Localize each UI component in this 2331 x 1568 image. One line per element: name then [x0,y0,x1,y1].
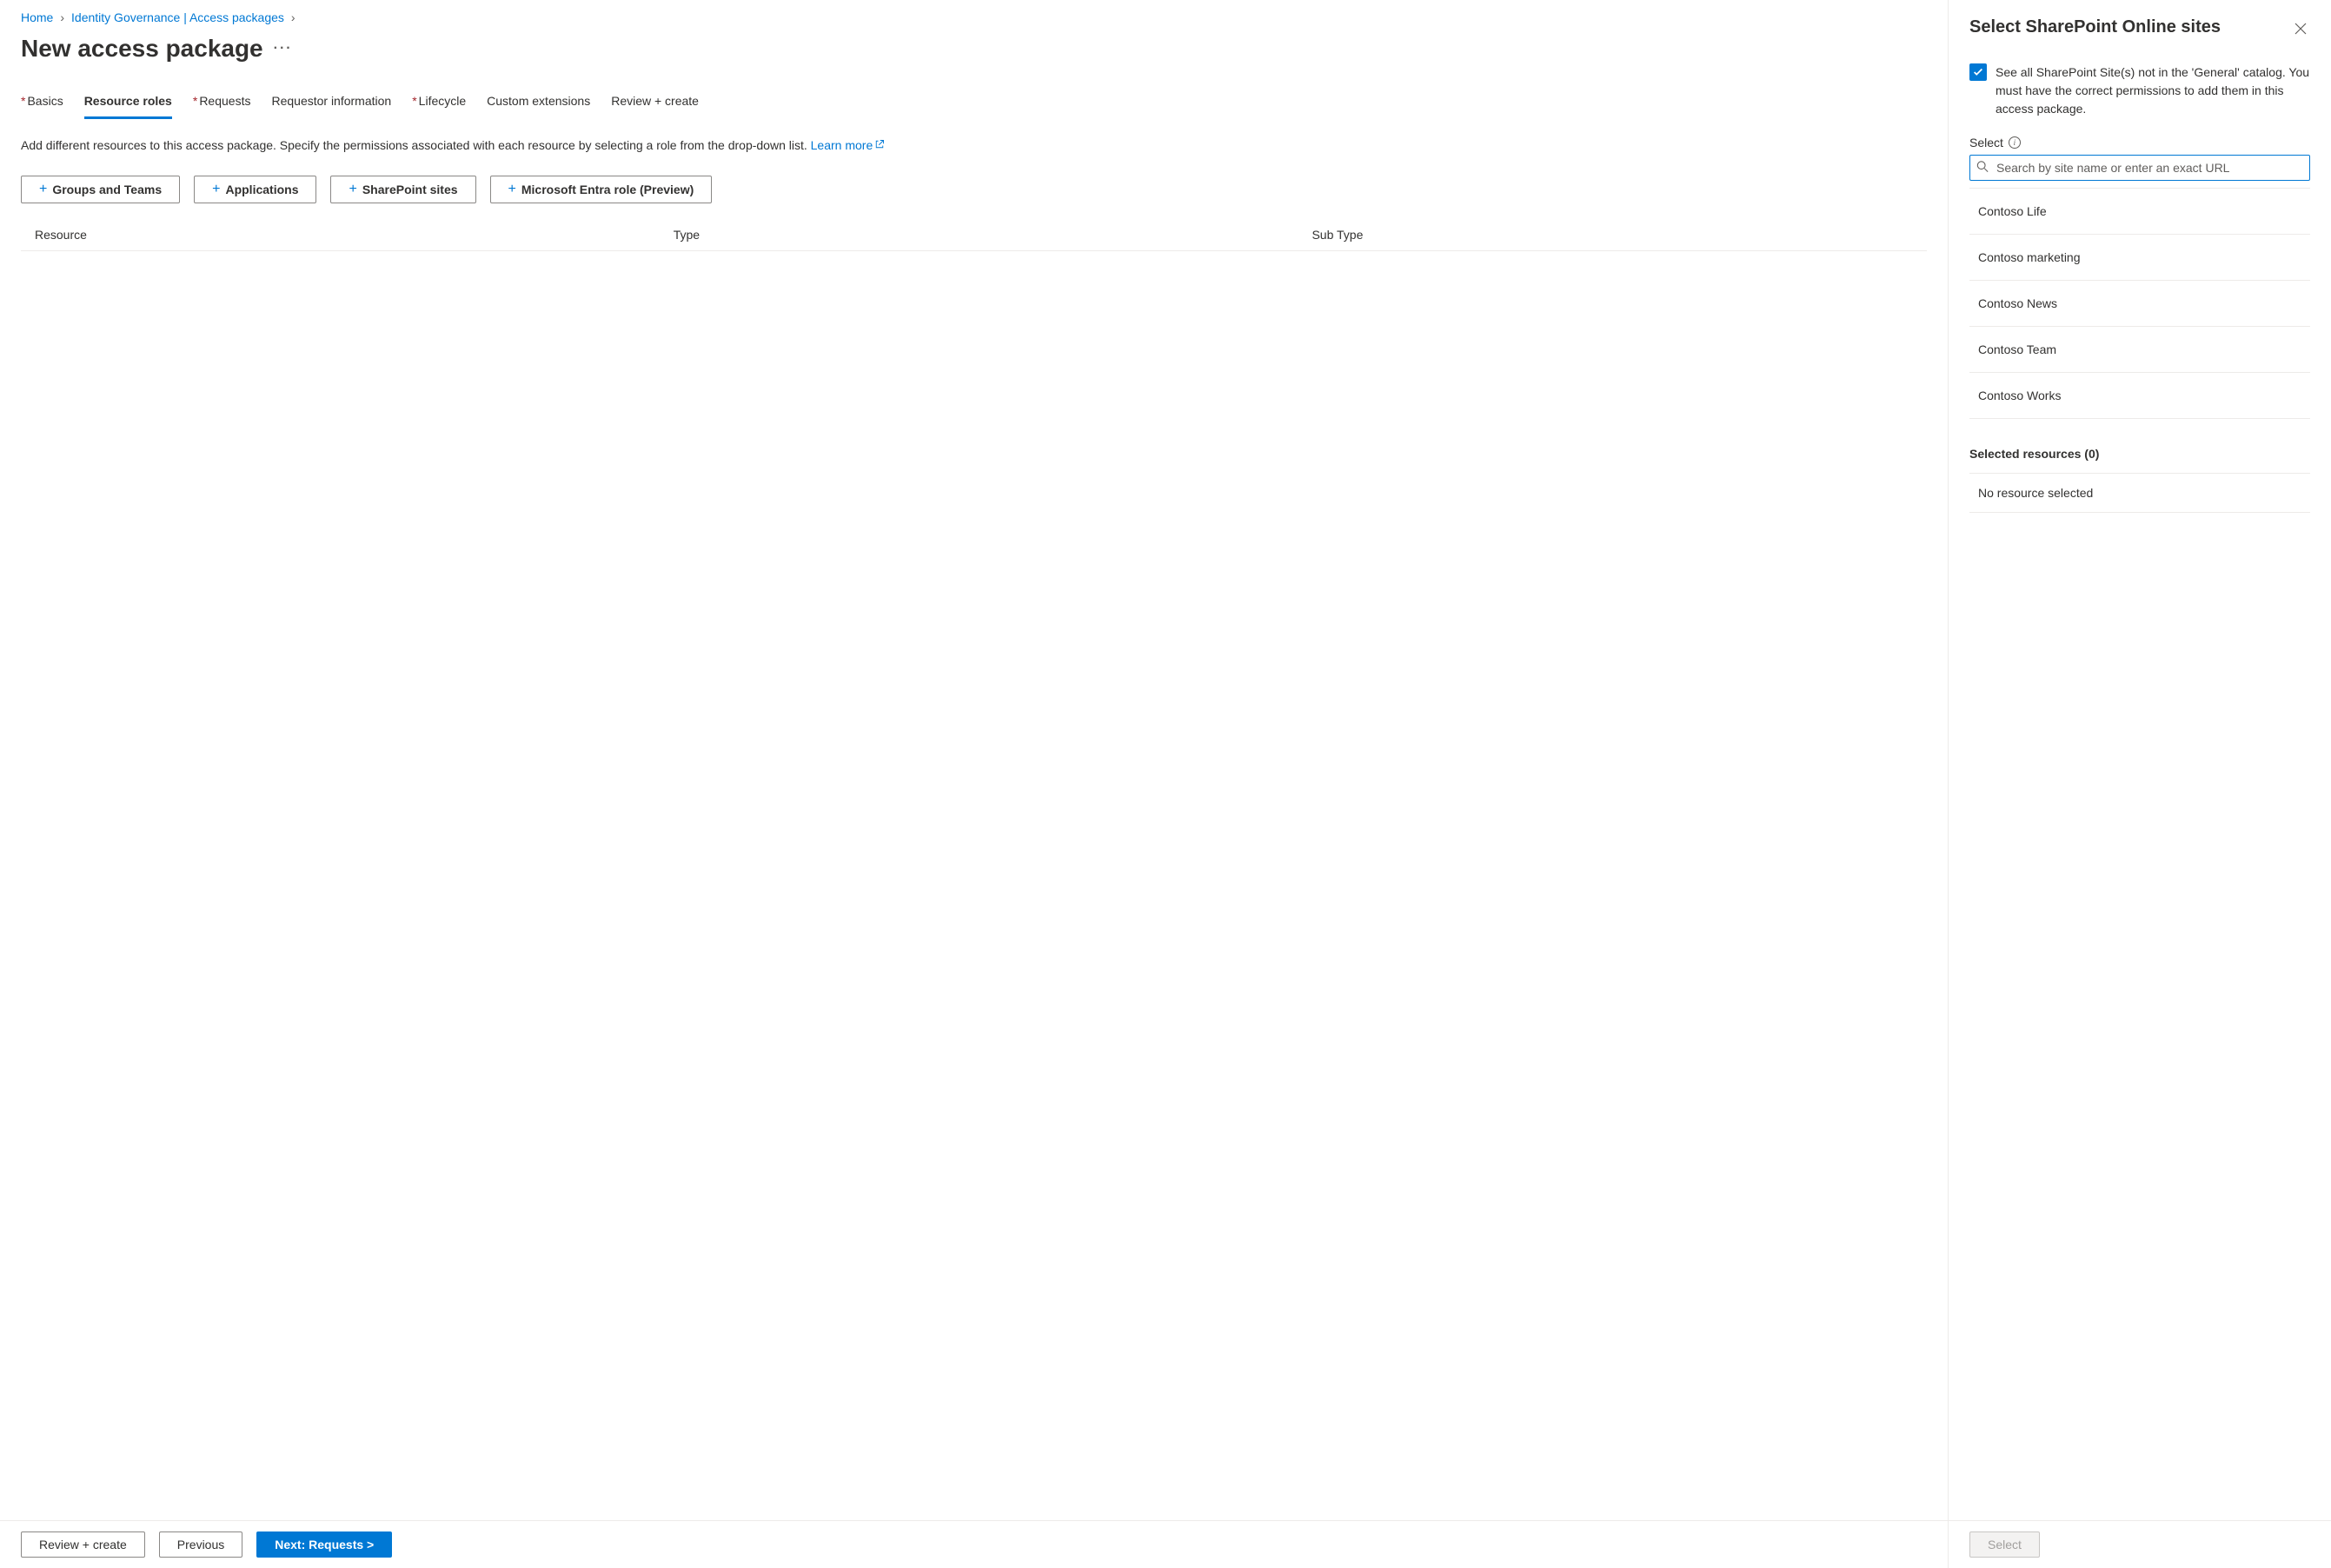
close-icon [2294,23,2307,35]
plus-icon: + [349,182,356,197]
chevron-right-icon: › [291,10,296,24]
add-applications-button[interactable]: +Applications [194,176,316,203]
more-actions-icon[interactable]: ··· [274,41,293,56]
site-item[interactable]: Contoso Team [1969,327,2310,373]
previous-button[interactable]: Previous [159,1531,242,1558]
breadcrumb: Home › Identity Governance | Access pack… [21,10,1927,24]
external-link-icon [874,136,885,155]
add-entra-role-button[interactable]: +Microsoft Entra role (Preview) [490,176,713,203]
search-wrapper [1969,155,2310,181]
resource-button-row: +Groups and Teams +Applications +SharePo… [21,176,1927,203]
main-footer: Review + create Previous Next: Requests … [0,1520,1948,1568]
site-item[interactable]: Contoso Works [1969,373,2310,419]
next-button[interactable]: Next: Requests > [256,1531,392,1558]
close-panel-button[interactable] [2291,17,2310,43]
site-item[interactable]: Contoso News [1969,281,2310,327]
tab-custom-extensions[interactable]: Custom extensions [487,94,590,119]
no-selection-text: No resource selected [1969,473,2310,513]
tab-lifecycle[interactable]: *Lifecycle [412,94,466,119]
see-all-sites-checkbox-row[interactable]: See all SharePoint Site(s) not in the 'G… [1969,63,2310,118]
main-content-area: Home › Identity Governance | Access pack… [0,0,1949,1568]
checkbox-checked[interactable] [1969,63,1987,81]
chevron-right-icon: › [60,10,64,24]
select-label: Select i [1969,136,2310,149]
search-input[interactable] [1969,155,2310,181]
column-type: Type [674,228,1312,242]
column-resource: Resource [35,228,674,242]
plus-icon: + [508,182,516,197]
breadcrumb-home[interactable]: Home [21,10,53,24]
add-groups-teams-button[interactable]: +Groups and Teams [21,176,180,203]
site-list: Contoso Life Contoso marketing Contoso N… [1969,188,2310,419]
tab-bar: *Basics Resource roles *Requests Request… [21,94,1927,119]
help-text: Add different resources to this access p… [21,136,1927,155]
plus-icon: + [39,182,47,197]
tab-basics[interactable]: *Basics [21,94,63,119]
column-subtype: Sub Type [1312,228,1913,242]
tab-requests[interactable]: *Requests [193,94,251,119]
panel-header: Select SharePoint Online sites [1969,17,2310,43]
add-sharepoint-sites-button[interactable]: +SharePoint sites [330,176,475,203]
tab-requestor-info[interactable]: Requestor information [271,94,391,119]
checkmark-icon [1972,66,1984,78]
checkbox-label: See all SharePoint Site(s) not in the 'G… [1996,63,2310,118]
resource-table-header: Resource Type Sub Type [21,219,1927,251]
info-icon[interactable]: i [2009,136,2021,149]
site-item[interactable]: Contoso Life [1969,189,2310,235]
plus-icon: + [212,182,220,197]
selected-resources-header: Selected resources (0) [1969,447,2310,461]
select-button[interactable]: Select [1969,1531,2040,1558]
panel-title: Select SharePoint Online sites [1969,17,2221,37]
breadcrumb-governance[interactable]: Identity Governance | Access packages [71,10,284,24]
page-title: New access package ··· [21,35,1927,63]
select-sites-panel: Select SharePoint Online sites See all S… [1949,0,2331,1568]
review-create-button[interactable]: Review + create [21,1531,145,1558]
tab-resource-roles[interactable]: Resource roles [84,94,172,119]
learn-more-link[interactable]: Learn more [811,138,886,152]
page-title-text: New access package [21,35,263,63]
panel-footer: Select [1949,1520,2331,1568]
tab-review-create[interactable]: Review + create [611,94,699,119]
search-icon [1976,161,1989,176]
site-item[interactable]: Contoso marketing [1969,235,2310,281]
